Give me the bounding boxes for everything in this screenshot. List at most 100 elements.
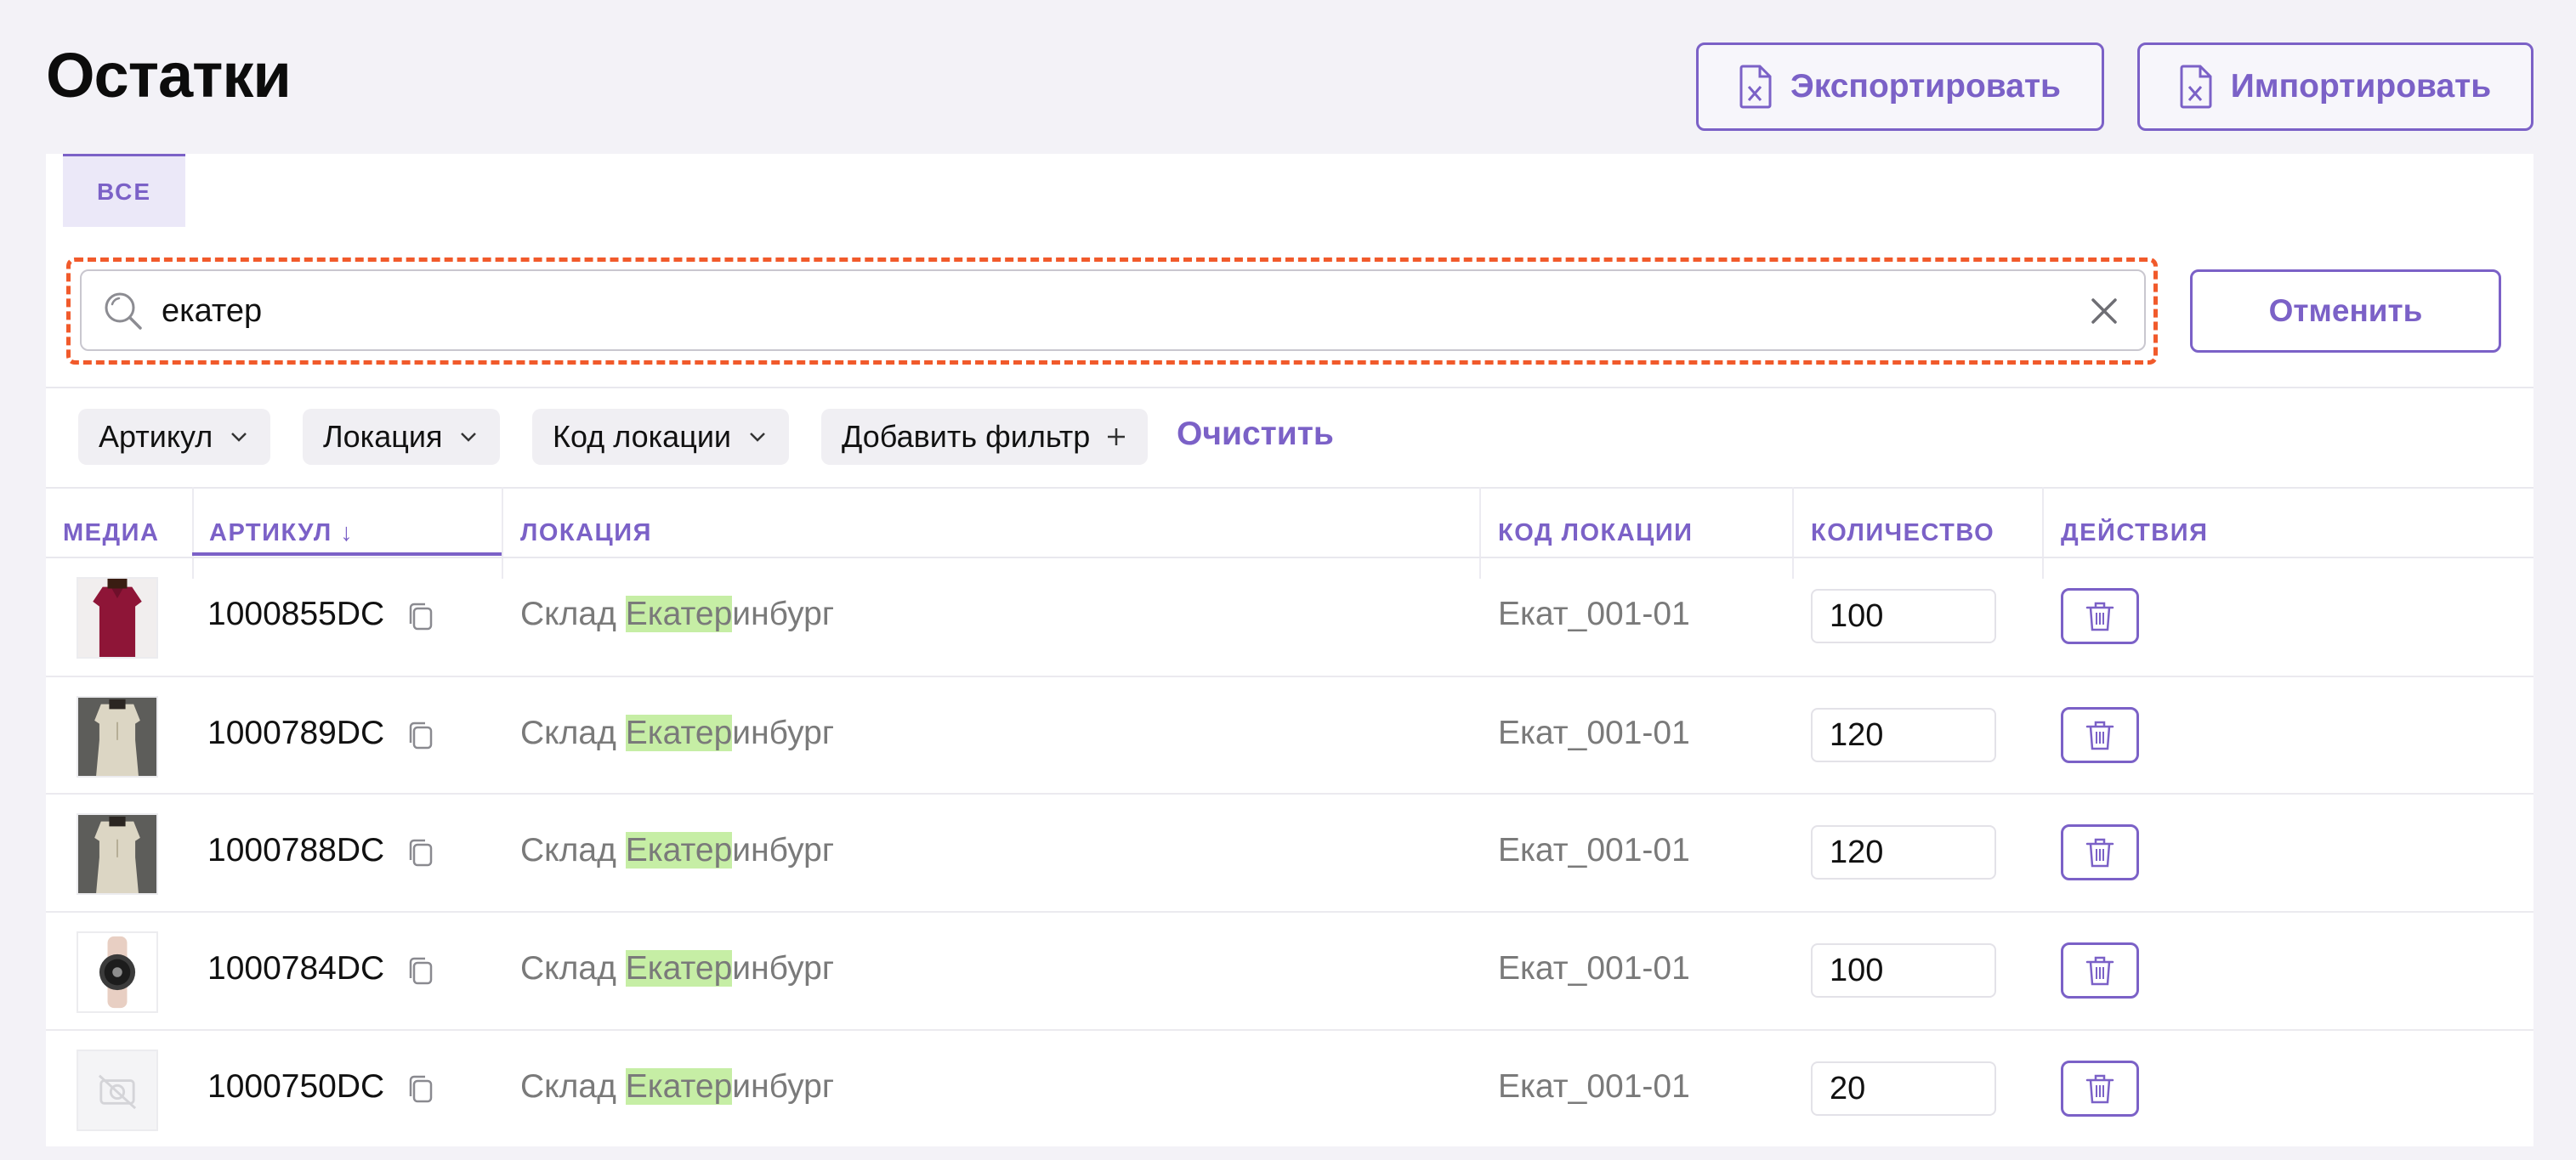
location-prefix: Склад — [520, 832, 626, 869]
search-match-highlight: Екатер — [625, 832, 733, 869]
filter-chip-location-code[interactable]: Код локации — [532, 409, 790, 465]
sku-text: 1000855DC — [207, 596, 385, 632]
location-text: Склад Екатеринбург — [520, 832, 834, 869]
burgundy-blouse-image — [78, 579, 156, 657]
table-row: 1000855DC Склад Екатеринбург Екат_001-01 — [46, 558, 2533, 676]
filter-chip-label: Артикул — [99, 419, 213, 454]
table-row: 1000789DC Склад Екатеринбург Екат_001-01 — [46, 677, 2533, 795]
quantity-input[interactable] — [1811, 825, 1996, 880]
copy-icon[interactable] — [406, 837, 435, 869]
chevron-down-icon — [461, 433, 477, 442]
sort-indicator — [192, 552, 502, 556]
filter-chip-label: Код локации — [553, 419, 732, 454]
trash-icon — [2085, 1074, 2114, 1104]
location-prefix: Склад — [520, 950, 626, 987]
add-filter-label: Добавить фильтр — [842, 419, 1091, 454]
search-match-highlight: Екатер — [625, 715, 733, 751]
trash-icon — [2085, 838, 2114, 868]
tab-all[interactable]: ВСЕ — [63, 154, 185, 227]
column-header-quantity[interactable]: КОЛИЧЕСТВО — [1811, 504, 1994, 562]
export-label: Экспортировать — [1790, 68, 2062, 105]
import-label: Импортировать — [2230, 68, 2492, 105]
search-input[interactable] — [160, 283, 2034, 339]
search-icon — [105, 292, 142, 330]
location-code-text: Екат_001-01 — [1498, 832, 1690, 869]
export-button[interactable]: Экспортировать — [1696, 42, 2104, 131]
no-image-icon — [78, 1051, 156, 1129]
copy-icon[interactable] — [406, 720, 435, 752]
chevron-down-icon — [231, 433, 247, 442]
filter-chip-location[interactable]: Локация — [303, 409, 501, 465]
product-thumbnail[interactable] — [77, 577, 158, 659]
search-match-highlight: Екатер — [625, 1068, 733, 1105]
beige-suit-image — [78, 815, 156, 893]
quantity-input[interactable] — [1811, 708, 1996, 762]
location-suffix: инбург — [732, 950, 835, 987]
excel-file-icon — [1739, 65, 1772, 109]
sku-text: 1000789DC — [207, 715, 385, 751]
table-row: 1000788DC Склад Екатеринбург Екат_001-01 — [46, 795, 2533, 913]
delete-button[interactable] — [2061, 1061, 2139, 1117]
location-suffix: инбург — [732, 832, 835, 869]
chevron-down-icon — [750, 433, 765, 442]
location-suffix: инбург — [732, 715, 835, 751]
column-header-location-code[interactable]: КОД ЛОКАЦИИ — [1498, 504, 1694, 562]
product-thumbnail[interactable] — [77, 931, 158, 1013]
page-title: Остатки — [46, 40, 292, 110]
stock-panel: ВСЕ Отменить Артикул Локация Код локации… — [46, 154, 2533, 1146]
excel-file-icon — [2180, 65, 2212, 109]
product-thumbnail[interactable] — [77, 696, 158, 778]
delete-button[interactable] — [2061, 824, 2139, 880]
trash-icon — [2085, 721, 2114, 750]
divider — [46, 387, 2533, 388]
search-match-highlight: Екатер — [625, 596, 733, 632]
location-text: Склад Екатеринбург — [520, 1068, 834, 1106]
search-field[interactable] — [80, 269, 2146, 351]
table-row: 1000784DC Склад Екатеринбург Екат_001-01 — [46, 913, 2533, 1031]
location-code-text: Екат_001-01 — [1498, 950, 1690, 987]
delete-button[interactable] — [2061, 942, 2139, 999]
location-suffix: инбург — [732, 596, 835, 632]
plus-icon — [1108, 428, 1126, 445]
trash-icon — [2085, 602, 2114, 631]
location-text: Склад Екатеринбург — [520, 950, 834, 987]
add-filter-button[interactable]: Добавить фильтр — [821, 409, 1149, 465]
sku-text: 1000784DC — [207, 950, 385, 987]
filter-chip-sku[interactable]: Артикул — [78, 409, 271, 465]
column-header-location[interactable]: ЛОКАЦИЯ — [520, 504, 652, 562]
product-thumbnail[interactable] — [77, 1050, 158, 1131]
delete-button[interactable] — [2061, 707, 2139, 763]
quantity-input[interactable] — [1811, 589, 1996, 643]
column-header-media: МЕДИА — [63, 519, 160, 546]
trash-icon — [2085, 956, 2114, 986]
import-button[interactable]: Импортировать — [2137, 42, 2533, 131]
location-suffix: инбург — [732, 1068, 835, 1105]
search-match-highlight: Екатер — [625, 950, 733, 987]
sku-text: 1000750DC — [207, 1068, 385, 1105]
copy-icon[interactable] — [406, 601, 435, 633]
beige-suit-image — [78, 698, 156, 776]
quantity-input[interactable] — [1811, 1061, 1996, 1116]
location-code-text: Екат_001-01 — [1498, 596, 1690, 632]
product-thumbnail[interactable] — [77, 813, 158, 895]
location-text: Склад Екатеринбург — [520, 596, 834, 633]
close-icon[interactable] — [2085, 291, 2124, 331]
table-row: 1000750DC Склад Екатеринбург Екат_001-01 — [46, 1031, 2533, 1149]
smartwatch-image — [78, 933, 156, 1011]
location-prefix: Склад — [520, 715, 626, 751]
location-prefix: Склад — [520, 596, 626, 632]
clear-filters-link[interactable]: Очистить — [1177, 416, 1334, 453]
copy-icon[interactable] — [406, 1073, 435, 1106]
copy-icon[interactable] — [406, 955, 435, 987]
location-prefix: Склад — [520, 1068, 626, 1105]
divider — [46, 487, 2533, 489]
location-code-text: Екат_001-01 — [1498, 1068, 1690, 1105]
sku-text: 1000788DC — [207, 832, 385, 869]
column-header-actions: ДЕЙСТВИЯ — [2061, 519, 2209, 546]
location-text: Склад Екатеринбург — [520, 715, 834, 752]
cancel-button[interactable]: Отменить — [2190, 269, 2501, 353]
location-code-text: Екат_001-01 — [1498, 715, 1690, 751]
delete-button[interactable] — [2061, 588, 2139, 644]
filter-chip-label: Локация — [323, 419, 443, 454]
quantity-input[interactable] — [1811, 943, 1996, 998]
